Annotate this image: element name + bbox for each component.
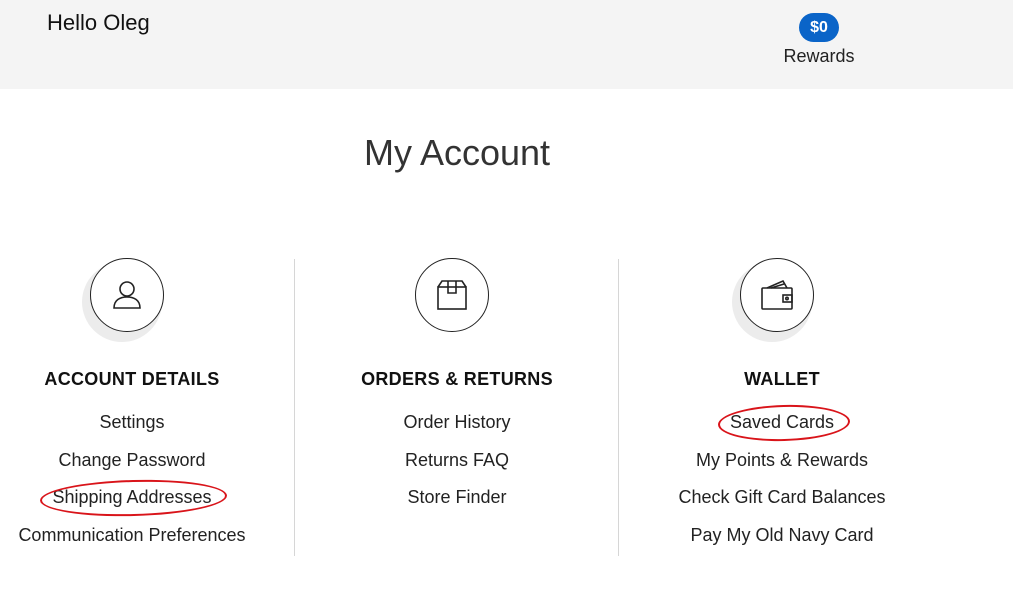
pay-old-navy-card-link[interactable]: Pay My Old Navy Card [690, 521, 873, 549]
shipping-addresses-link[interactable]: Shipping Addresses [52, 483, 211, 511]
wallet-section: WALLET Saved Cards My Points & Rewards C… [632, 258, 932, 558]
box-icon [415, 258, 489, 332]
column-divider [618, 259, 619, 556]
saved-cards-link[interactable]: Saved Cards [730, 408, 834, 436]
rewards-widget[interactable]: $0 Rewards [778, 13, 860, 67]
user-icon [90, 258, 164, 332]
orders-returns-icon-wrap [415, 258, 499, 342]
store-finder-link[interactable]: Store Finder [407, 483, 506, 511]
points-rewards-link[interactable]: My Points & Rewards [696, 446, 868, 474]
account-details-icon-wrap [82, 258, 174, 342]
order-history-link[interactable]: Order History [403, 408, 510, 436]
settings-link[interactable]: Settings [99, 408, 164, 436]
orders-returns-heading: ORDERS & RETURNS [361, 369, 553, 389]
change-password-link[interactable]: Change Password [58, 446, 205, 474]
account-details-section: ACCOUNT DETAILS Settings Change Password… [0, 258, 282, 558]
greeting: Hello Oleg [47, 10, 150, 35]
orders-returns-section: ORDERS & RETURNS Order History Returns F… [307, 258, 607, 521]
wallet-icon-wrap [732, 258, 824, 342]
returns-faq-link[interactable]: Returns FAQ [405, 446, 509, 474]
account-details-heading: ACCOUNT DETAILS [44, 369, 220, 389]
account-details-links: Settings Change Password Shipping Addres… [0, 408, 282, 558]
gift-card-balances-link[interactable]: Check Gift Card Balances [678, 483, 885, 511]
wallet-heading: WALLET [744, 369, 820, 389]
wallet-links: Saved Cards My Points & Rewards Check Gi… [632, 408, 932, 558]
rewards-balance-badge[interactable]: $0 [799, 13, 839, 42]
top-bar: Hello Oleg $0 Rewards [0, 0, 1013, 89]
rewards-label[interactable]: Rewards [778, 46, 860, 67]
communication-preferences-link[interactable]: Communication Preferences [18, 521, 245, 549]
page-title: My Account [363, 132, 551, 173]
column-divider [294, 259, 295, 556]
orders-returns-links: Order History Returns FAQ Store Finder [307, 408, 607, 521]
wallet-icon [740, 258, 814, 332]
